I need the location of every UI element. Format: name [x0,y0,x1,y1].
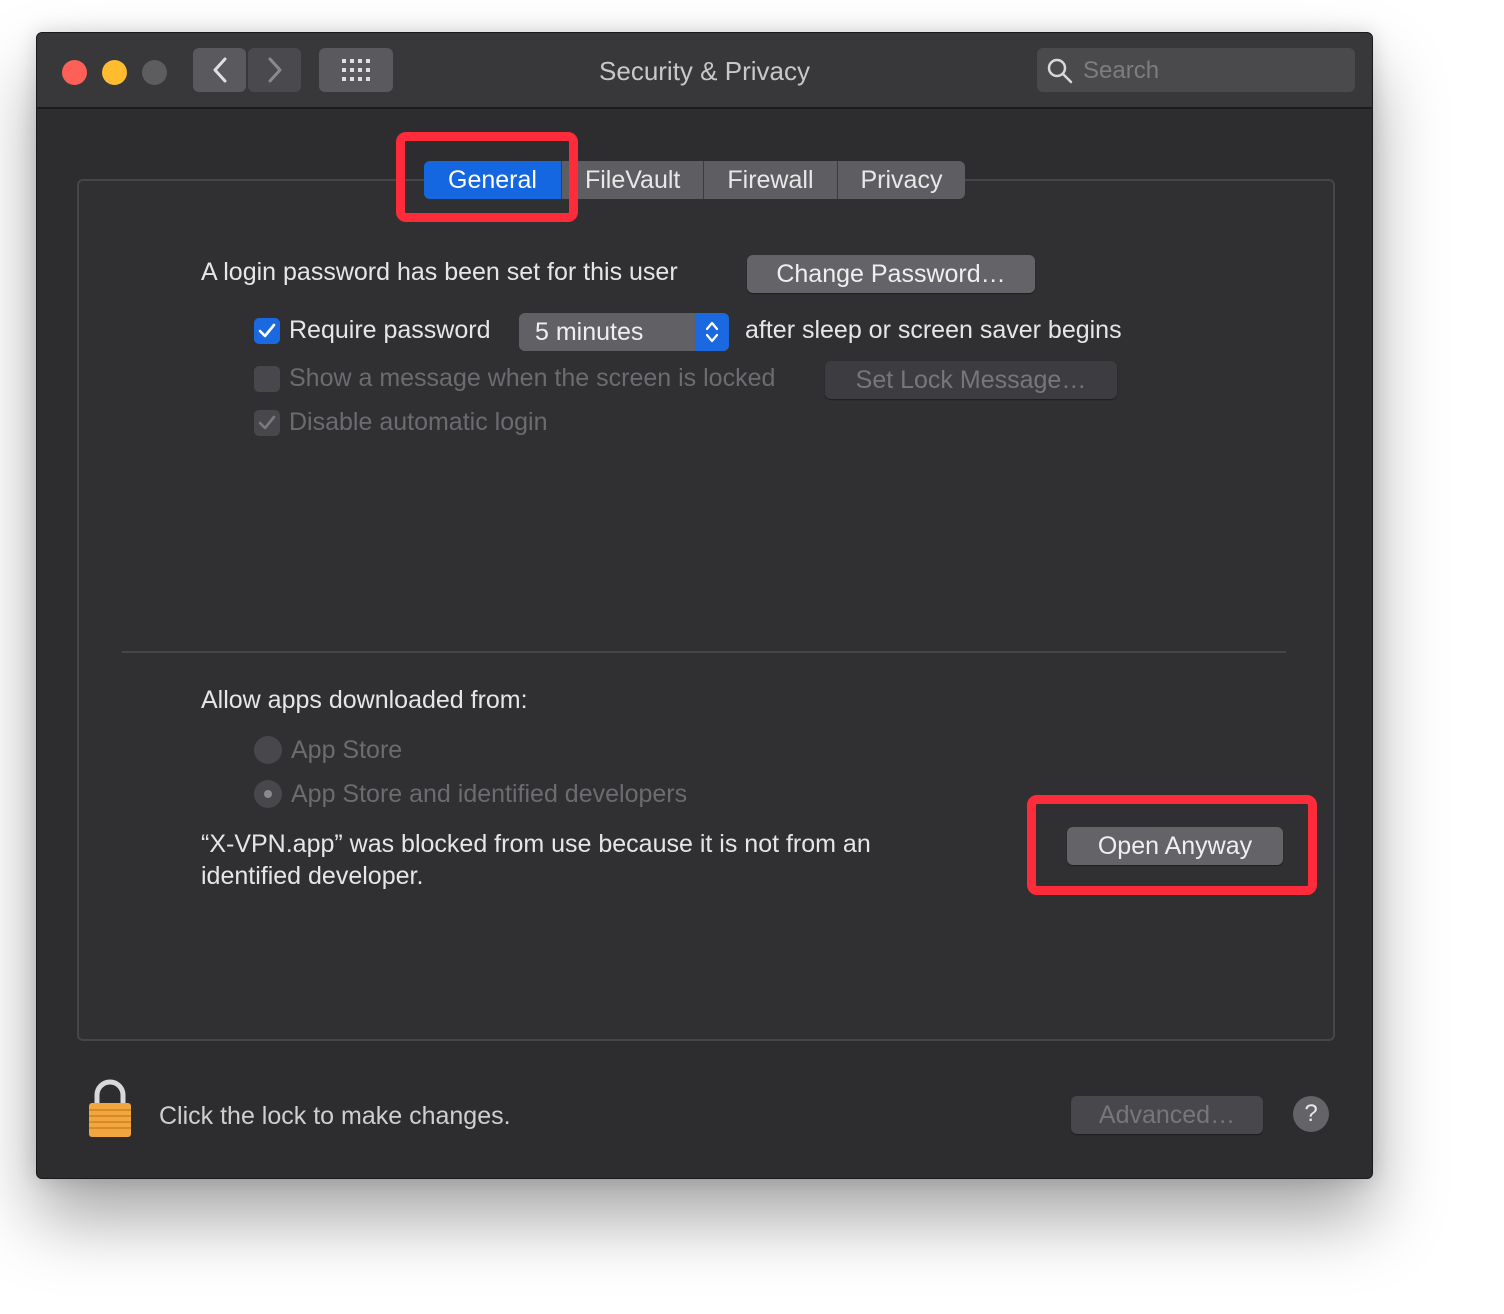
require-password-checkbox[interactable] [254,318,280,344]
section-divider [122,651,1286,653]
annotation-highlight-open-anyway [1027,795,1317,895]
tab-firewall[interactable]: Firewall [704,161,838,199]
blocked-message-line2: identified developer. [201,862,424,890]
title-bar: Security & Privacy [37,33,1372,109]
stepper-arrows-icon [695,313,729,351]
back-button[interactable] [193,48,246,92]
change-password-button[interactable]: Change Password… [747,255,1035,293]
blocked-message-line1: “X-VPN.app” was blocked from use because… [201,830,871,858]
chevron-right-icon [268,57,281,83]
allow-apps-heading: Allow apps downloaded from: [201,686,528,714]
zoom-window-button[interactable] [142,60,167,85]
general-pane [77,179,1335,1041]
require-password-delay-select[interactable]: 5 minutes [519,313,729,351]
search-field[interactable] [1037,48,1355,94]
show-message-checkbox[interactable] [254,366,280,392]
tab-privacy[interactable]: Privacy [838,161,966,199]
radio-selected-dot [264,790,272,798]
login-password-text: A login password has been set for this u… [201,258,678,286]
radio-app-store-identified[interactable] [254,780,282,808]
show-all-button[interactable] [319,48,393,92]
radio-app-store-label: App Store [291,736,403,764]
search-input[interactable] [1081,48,1345,94]
lock-message: Click the lock to make changes. [159,1102,511,1130]
minimize-window-button[interactable] [102,60,127,85]
advanced-button[interactable]: Advanced… [1071,1096,1263,1134]
help-button[interactable]: ? [1293,1096,1329,1132]
checkmark-icon [258,415,276,430]
grid-icon [342,59,370,81]
disable-autologin-checkbox[interactable] [254,410,280,436]
tab-filevault[interactable]: FileVault [562,161,705,199]
disable-autologin-label: Disable automatic login [289,408,548,436]
set-lock-message-button[interactable]: Set Lock Message… [825,361,1117,399]
show-message-label: Show a message when the screen is locked [289,364,776,392]
security-privacy-window: Security & Privacy General FileVault Fir… [36,32,1373,1179]
chevron-left-icon [213,57,226,83]
after-sleep-text: after sleep or screen saver begins [745,316,1122,344]
radio-app-store-identified-label: App Store and identified developers [291,780,688,808]
require-password-delay-value: 5 minutes [535,318,644,346]
forward-button[interactable] [248,48,301,92]
close-window-button[interactable] [62,60,87,85]
radio-app-store[interactable] [254,736,282,764]
require-password-label: Require password [289,316,491,344]
lock-icon[interactable] [87,1079,133,1144]
checkmark-icon [258,323,276,338]
search-icon [1047,58,1073,84]
annotation-highlight-general-tab [396,132,578,222]
